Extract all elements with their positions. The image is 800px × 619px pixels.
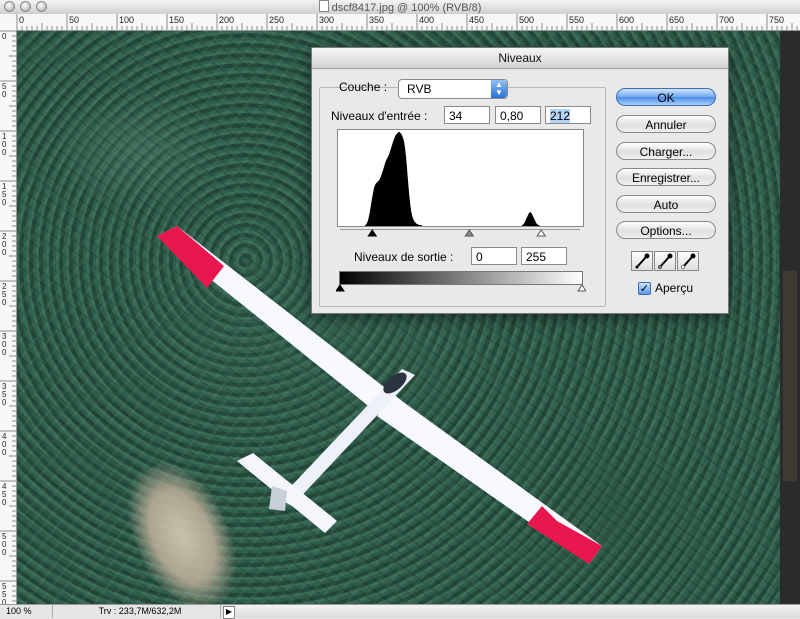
horizontal-scrollbar[interactable] — [236, 605, 800, 618]
input-levels-label: Niveaux d'entrée : — [331, 109, 428, 123]
window-title-text: dscf8417.jpg @ 100% (RVB/8) — [331, 2, 482, 14]
channel-select[interactable]: RVB ▲ ▼ — [398, 79, 508, 99]
output-white-field[interactable]: 255 — [521, 247, 567, 265]
ruler-top-label: 300 — [319, 15, 335, 25]
input-white-field[interactable]: 212 — [545, 106, 591, 124]
dialog-title: Niveaux — [312, 48, 728, 69]
ruler-top-label: 150 — [169, 15, 185, 25]
ruler-left-label: 250 — [2, 282, 7, 307]
output-gradient-bar — [339, 271, 583, 285]
status-menu-arrow-icon[interactable]: ▶ — [223, 606, 235, 619]
zoom-level[interactable]: 100 % — [6, 605, 53, 618]
output-black-field[interactable]: 0 — [471, 247, 517, 265]
ruler-top-label: 100 — [119, 15, 135, 25]
ruler-top-label: 500 — [519, 15, 535, 25]
ruler-top-label: 50 — [69, 15, 80, 25]
background-window-sliver — [783, 271, 797, 481]
ruler-left-label: 150 — [2, 182, 7, 207]
ruler-left-label: 450 — [2, 482, 7, 507]
input-white-handle[interactable] — [536, 229, 547, 237]
ruler-top-label: 650 — [669, 15, 685, 25]
eyedropper-white-icon[interactable] — [677, 251, 699, 271]
preview-label: Aperçu — [655, 281, 694, 295]
ruler-left-label: 500 — [2, 532, 7, 557]
ruler-left-label: 100 — [2, 132, 7, 157]
channel-select-value: RVB — [407, 82, 432, 96]
right-window-edge — [780, 31, 800, 604]
histogram — [337, 129, 584, 227]
input-gamma-field[interactable]: 0,80 — [495, 106, 541, 124]
histogram-shape — [338, 132, 583, 226]
input-black-field[interactable]: 34 — [444, 106, 490, 124]
ruler-top-label: 250 — [269, 15, 285, 25]
cancel-button[interactable]: Annuler — [616, 115, 716, 133]
ruler-top-label: 750 — [769, 15, 785, 25]
ruler-left-label: 50 — [2, 82, 7, 99]
ruler-horizontal[interactable]: 0 50 100 150 200 250 300 350 400 450 500 550 600 650 7… — [0, 14, 800, 31]
output-black-handle[interactable] — [336, 284, 345, 292]
ruler-left-label: 350 — [2, 382, 7, 407]
ruler-top-label: 350 — [369, 15, 385, 25]
ruler-left-label: 0 — [2, 32, 7, 41]
eyedropper-gray-icon[interactable] — [654, 251, 676, 271]
eyedropper-black-icon[interactable] — [631, 251, 653, 271]
auto-button[interactable]: Auto — [616, 195, 716, 213]
save-button[interactable]: Enregistrer... — [616, 168, 716, 186]
ruler-top-label: 700 — [719, 15, 735, 25]
ruler-vertical[interactable]: 0 50 100 150 200 250 300 350 400 450 500 550 — [0, 30, 17, 604]
ok-button[interactable]: OK — [616, 88, 716, 106]
ruler-top-label: 550 — [569, 15, 585, 25]
ruler-top-label: 0 — [19, 15, 25, 25]
ruler-vertical-ticks — [0, 30, 16, 602]
ruler-left-label: 300 — [2, 332, 7, 357]
glider-right-wing-tip — [527, 506, 602, 564]
ruler-left-label: 550 — [2, 582, 7, 605]
document-icon — [318, 0, 329, 12]
options-button[interactable]: Options... — [616, 221, 716, 239]
channel-label: Couche : — [339, 80, 388, 94]
ruler-left-label: 400 — [2, 432, 7, 457]
ruler-top-label: 450 — [469, 15, 485, 25]
popup-arrows-icon: ▲ ▼ — [491, 80, 507, 98]
load-button[interactable]: Charger... — [616, 142, 716, 160]
status-bar: 100 % Trv : 233,7M/632,2M ▶ — [0, 604, 800, 619]
document-info: Trv : 233,7M/632,2M — [60, 605, 221, 618]
output-slider-handles[interactable] — [336, 284, 586, 292]
output-levels-label: Niveaux de sortie : — [354, 250, 454, 264]
input-black-handle[interactable] — [367, 229, 378, 237]
window-title-bar: dscf8417.jpg @ 100% (RVB/8) — [0, 0, 800, 15]
ruler-top-label: 600 — [619, 15, 635, 25]
input-white-value: 212 — [550, 109, 571, 123]
input-slider-handles[interactable] — [336, 228, 586, 238]
input-gamma-handle[interactable] — [464, 229, 475, 237]
window-title: dscf8417.jpg @ 100% (RVB/8) — [0, 0, 800, 15]
ruler-top-label: 200 — [219, 15, 235, 25]
ruler-left-label: 200 — [2, 232, 7, 257]
output-white-handle[interactable] — [577, 284, 586, 292]
ruler-top-label: 400 — [419, 15, 435, 25]
preview-checkbox[interactable]: ✓ — [638, 282, 651, 295]
